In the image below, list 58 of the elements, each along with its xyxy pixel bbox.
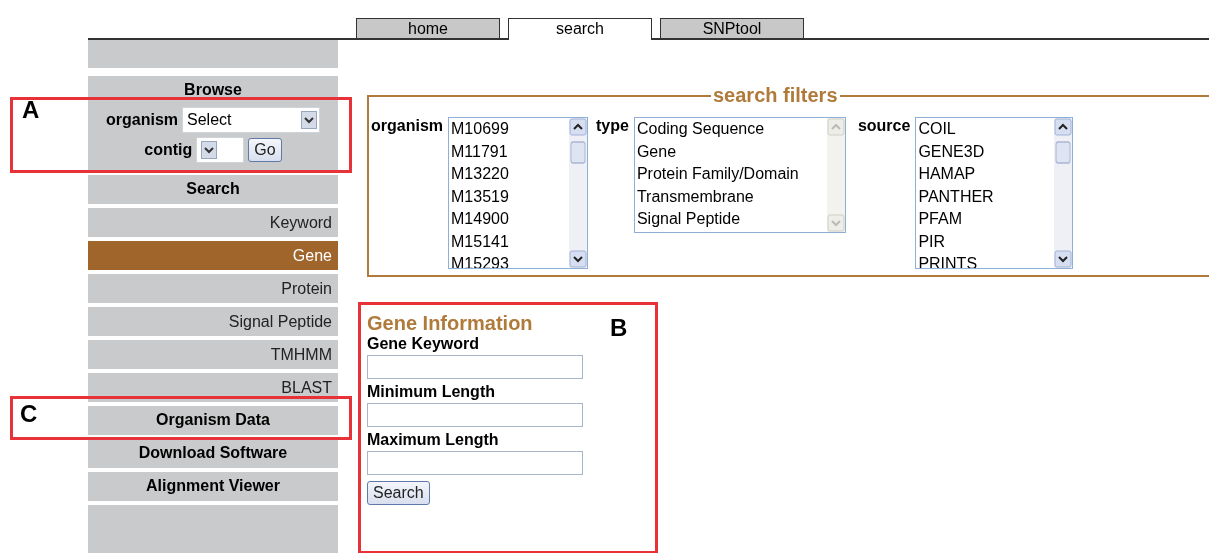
sidebar-heading[interactable]: Organism Data (88, 406, 338, 435)
annotation-letter: B (610, 316, 628, 340)
tab[interactable]: search (508, 18, 652, 40)
contig-label: contig (144, 141, 193, 159)
sidebar-item[interactable]: TMHMM (88, 340, 338, 369)
sidebar-item[interactable]: Gene (88, 241, 338, 270)
panel-legend: search filters (711, 84, 840, 107)
listbox[interactable]: Coding Sequence Gene Protein Family/Domain Transmembrane Signal Peptide (633, 117, 846, 233)
filter-label: type (596, 117, 629, 135)
organism-label: organism (106, 111, 178, 129)
organism-dropdown[interactable]: Select (182, 107, 320, 133)
annotation-letter: A (22, 98, 40, 122)
sidebar-item[interactable]: Signal Peptide (88, 307, 338, 336)
list-option[interactable]: COIL (918, 118, 1055, 141)
list-option[interactable]: M14900 (451, 208, 569, 231)
annotation-letter: C (20, 402, 38, 426)
list-option[interactable]: M11791 (451, 140, 569, 163)
list-option[interactable]: M13220 (451, 163, 569, 186)
input-field[interactable] (367, 403, 583, 427)
field-label: Gene Keyword (367, 335, 480, 353)
scroll-up-button[interactable] (1054, 118, 1073, 136)
list-option[interactable]: GENE3D (918, 140, 1055, 163)
caret-icon (201, 141, 218, 159)
search-button[interactable]: Search (367, 481, 430, 505)
scroll-up-button[interactable] (569, 118, 587, 136)
list-option[interactable]: PANTHER (918, 185, 1055, 208)
contig-dropdown[interactable] (196, 137, 245, 163)
field-label: Maximum Length (367, 431, 499, 449)
list-option[interactable]: M13519 (451, 185, 569, 208)
filter-label: organism (371, 117, 443, 135)
sidebar-heading[interactable]: Browse (88, 76, 338, 105)
sidebar-item[interactable]: Protein (88, 274, 338, 303)
input-field[interactable] (367, 451, 583, 475)
list-option[interactable]: Signal Peptide (636, 208, 827, 231)
list-option[interactable]: Protein Family/Domain (636, 163, 827, 186)
list-option[interactable]: Transmembrane (636, 185, 827, 208)
scroll-down-button[interactable] (1054, 250, 1073, 268)
go-button[interactable]: Go (248, 138, 282, 162)
list-option[interactable]: HAMAP (918, 163, 1055, 186)
tab[interactable]: home (356, 18, 500, 38)
list-option[interactable]: Gene (636, 140, 827, 163)
list-option[interactable]: M15141 (451, 230, 569, 253)
sidebar-item[interactable]: BLAST (88, 373, 338, 402)
list-option[interactable]: PIR (918, 230, 1055, 253)
section-title: Gene Information (367, 312, 533, 335)
sidebar-heading[interactable]: Search (88, 175, 338, 204)
sidebar-item[interactable]: Keyword (88, 208, 338, 237)
sidebar-heading[interactable]: Alignment Viewer (88, 472, 338, 501)
sidebar-heading[interactable]: Download Software (88, 439, 338, 468)
caret-icon (301, 111, 317, 129)
list-option[interactable]: M10699 (451, 118, 569, 141)
input-field[interactable] (367, 355, 583, 379)
list-option[interactable]: Coding Sequence (636, 118, 827, 141)
field-label: Minimum Length (367, 383, 495, 401)
list-option[interactable]: PFAM (918, 208, 1055, 231)
tab[interactable]: SNPtool (660, 18, 804, 38)
filter-label: source (857, 117, 911, 135)
scroll-down-button[interactable] (569, 250, 587, 268)
